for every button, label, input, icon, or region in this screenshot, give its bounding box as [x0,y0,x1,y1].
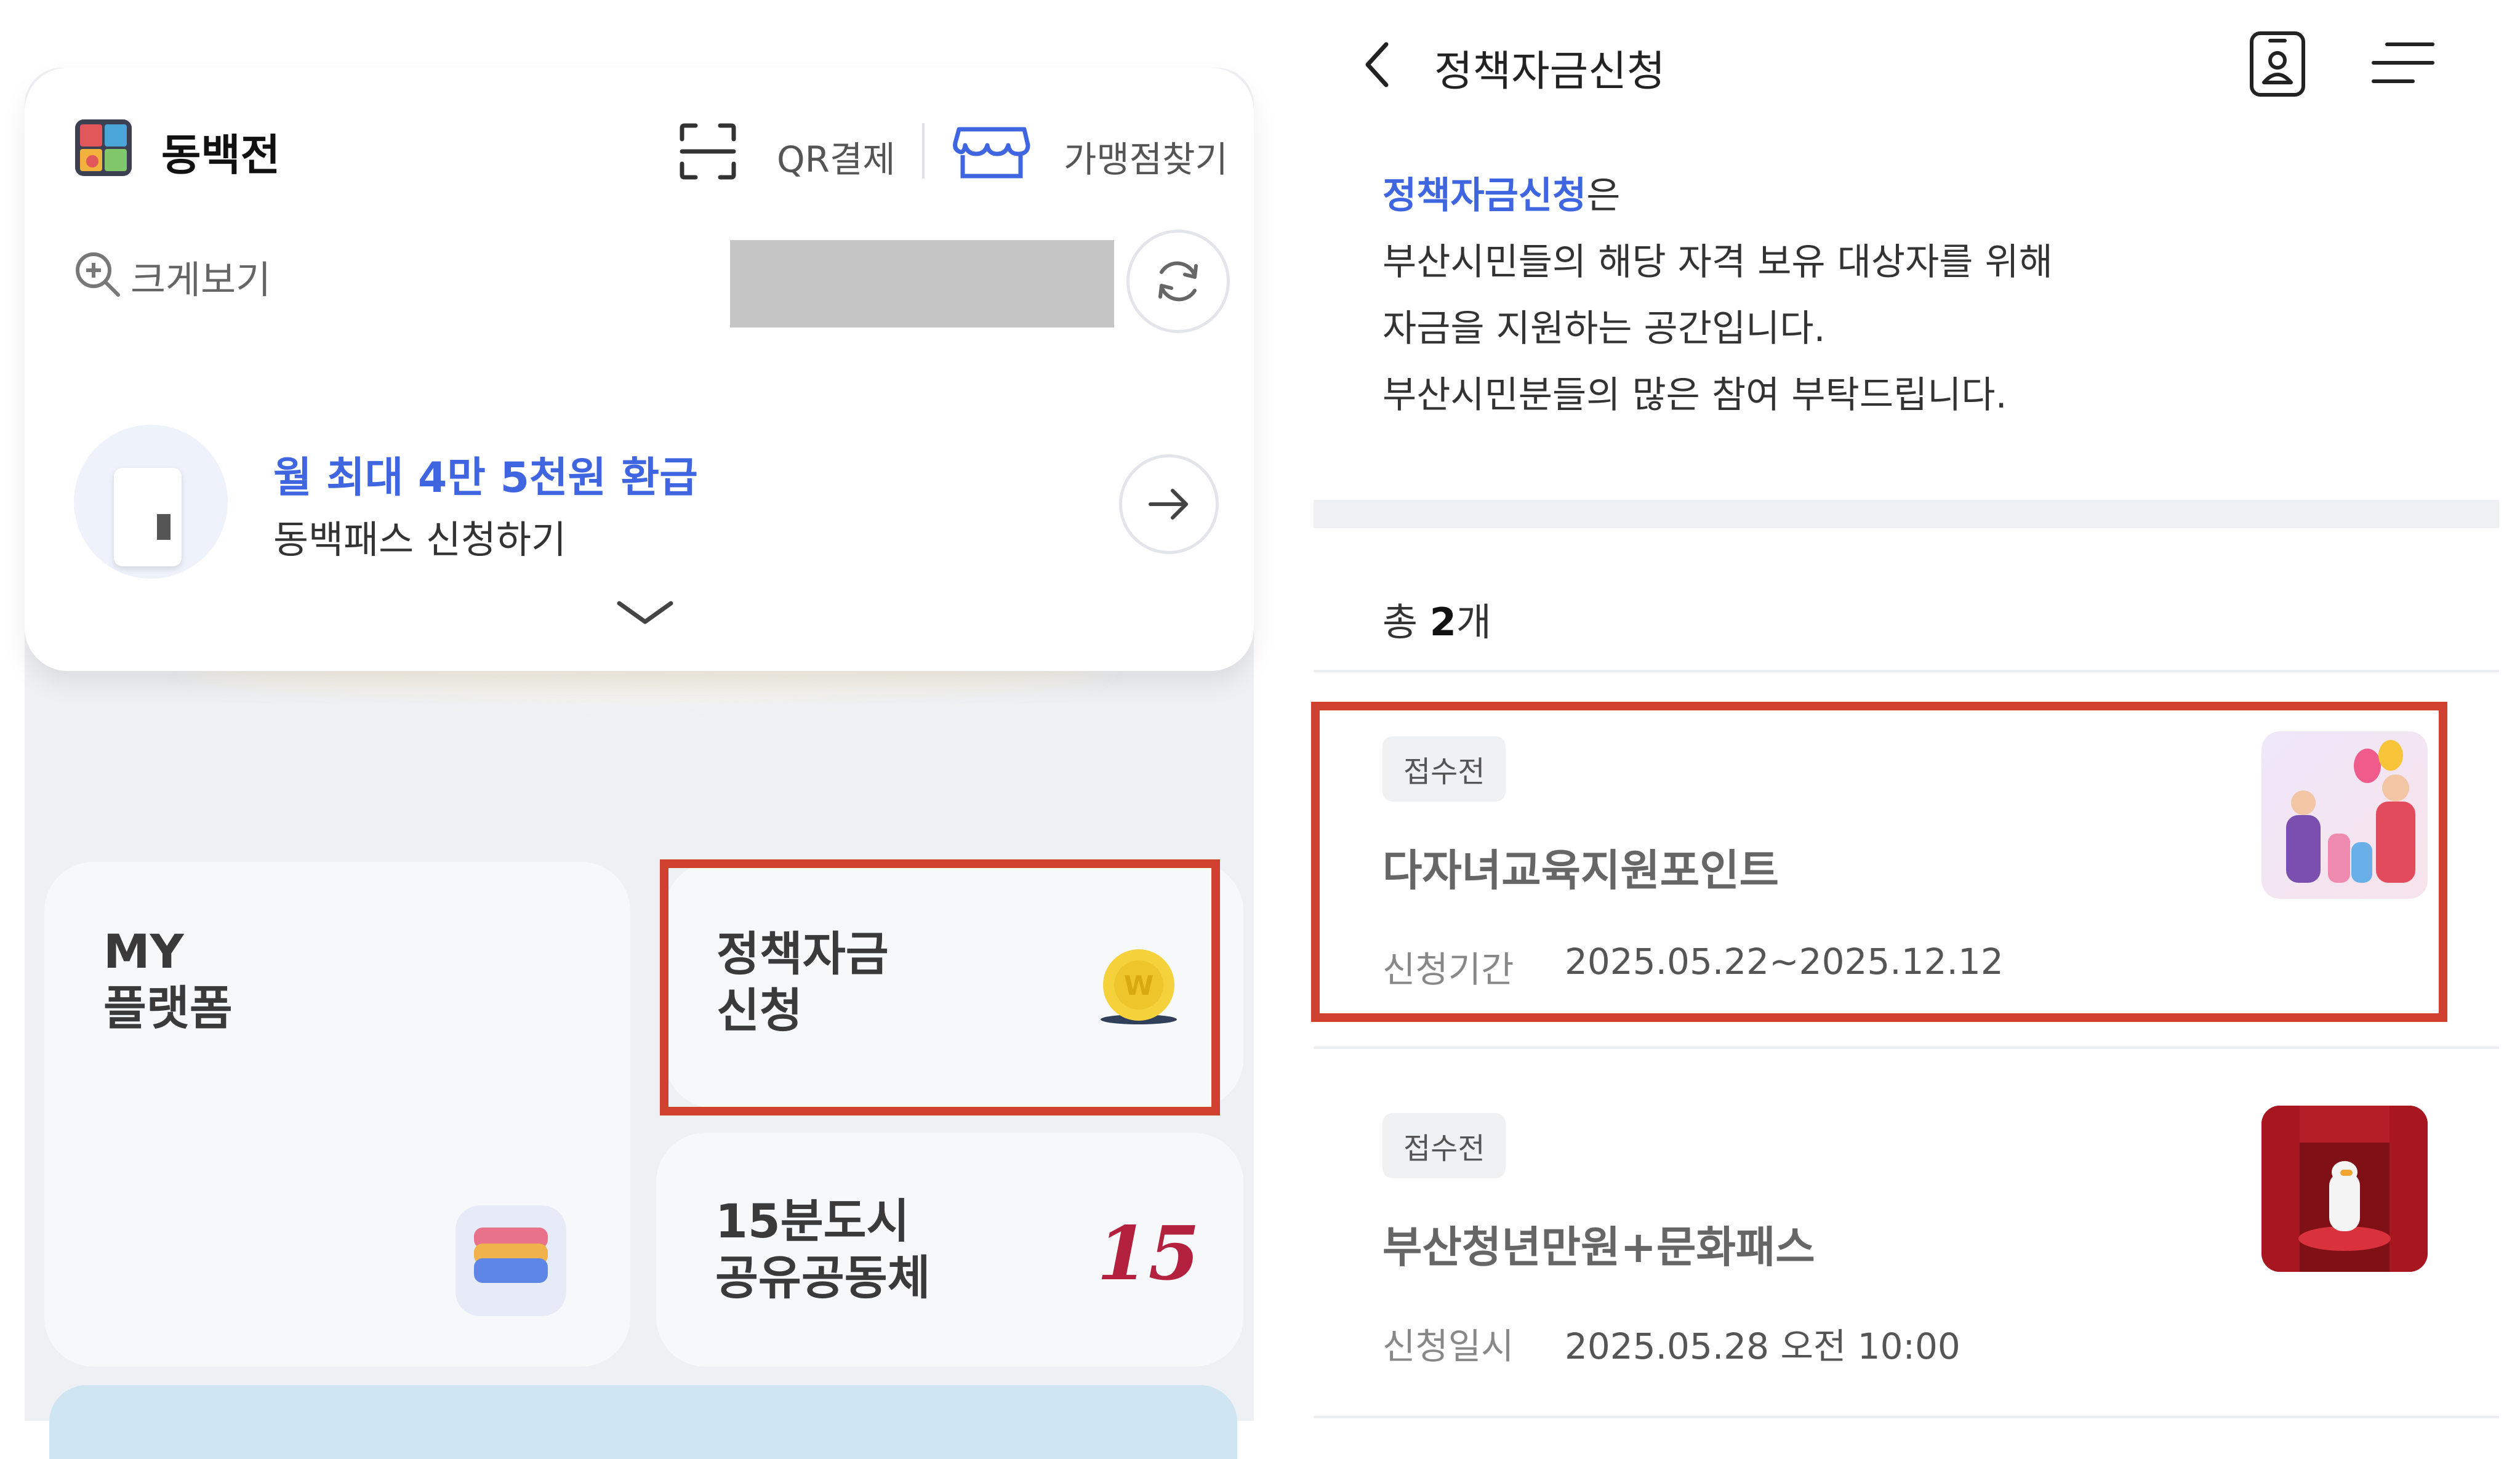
qr-pay-button[interactable] [665,111,794,191]
chevron-down-icon[interactable] [616,597,675,630]
list-divider [1314,1047,2499,1049]
id-card-icon [2250,31,2305,97]
city15-tile[interactable]: 15분도시 공유공동체 15 [656,1133,1243,1367]
list-item[interactable]: 접수전 부산청년만원+문화패스 신청일시 2025.05.28 오전 10:00 [1314,1079,2499,1399]
app-name: 동백전 [161,130,281,180]
menu-button[interactable] [2370,38,2438,90]
store-finder-label[interactable]: 가맹점찾기 [1064,131,1228,182]
list-bottom-divider [1314,1416,2499,1418]
intro-text: 정책자금신청은 부산시민들의 해당 자격 보유 대상자를 위해 자금을 지원하는… [1382,163,2053,428]
intro-first-line: 정책자금신청은 [1382,163,2053,229]
zoom-in-icon[interactable] [73,249,122,301]
wallet-icon [455,1205,566,1316]
page-title: 정책자금신청 [1434,47,1666,96]
policy-funds-highlight [660,859,1220,1115]
section-divider [1314,500,2499,528]
back-arrow-icon [1365,42,1389,87]
item-thumbnail [2261,1106,2428,1272]
item-title: 부산청년만원+문화패스 [1382,1222,1815,1272]
id-card-button[interactable] [2247,28,2308,102]
back-button[interactable] [1357,37,1400,95]
intro-line: 자금을 지원하는 공간입니다. [1382,307,1826,350]
store-finder-button[interactable] [952,117,1032,187]
zoom-label[interactable]: 크게보기 [130,249,271,304]
total-prefix: 총 [1382,600,1430,645]
logo-icon [74,118,133,180]
total-suffix: 개 [1456,600,1491,645]
city15-logo: 15 [1097,1210,1200,1297]
refresh-icon [1158,261,1198,302]
redacted-barcode [730,240,1114,328]
intro-line: 부산시민분들의 많은 참여 부탁드립니다. [1382,374,2007,417]
promo-image [74,425,228,579]
status-badge: 접수전 [1382,1113,1506,1178]
qr-scan-icon [680,123,736,180]
promo-title[interactable]: 월 최대 4만 5천원 환급 [273,443,698,504]
my-platform-label: MY 플랫폼 [103,924,233,1035]
menu-icon [2372,42,2434,83]
city15-label: 15분도시 공유공동체 [715,1194,931,1305]
my-platform-tile[interactable]: MY 플랫폼 [44,862,630,1367]
total-count: 총 2개 [1382,591,1491,646]
item-meta-value: 2025.05.28 오전 10:00 [1565,1325,1960,1367]
item-meta-label: 신청일시 [1382,1325,1514,1367]
store-icon [953,127,1030,179]
intro-line: 부산시민들의 해당 자격 보유 대상자를 위해 [1382,241,2053,284]
map-preview[interactable] [49,1385,1237,1459]
list-top-divider [1314,670,2499,672]
item-highlight [1311,702,2447,1022]
arrow-right-icon [1149,489,1188,520]
header-divider [922,123,925,179]
promo-subtitle[interactable]: 동백패스 신청하기 [273,508,566,564]
intro-accent: 정책자금신청 [1382,174,1587,217]
total-number: 2 [1429,600,1456,645]
qr-pay-label[interactable]: QR결제 [777,131,896,182]
promo-arrow-button[interactable] [1119,454,1219,554]
intro-suffix: 은 [1586,174,1621,217]
refresh-button[interactable] [1126,230,1230,333]
